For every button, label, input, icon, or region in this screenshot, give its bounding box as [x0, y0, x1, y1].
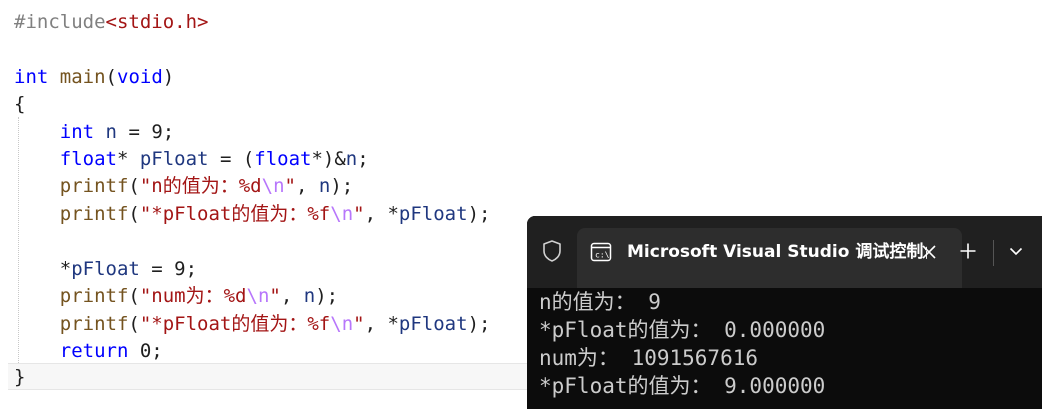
- variable-token: n: [345, 148, 358, 170]
- function-token: printf: [59, 175, 129, 197]
- string-token: ": [353, 203, 365, 225]
- tab-bar-divider: [993, 240, 994, 266]
- code-text: = 9;: [139, 258, 198, 280]
- code-text: );: [467, 313, 491, 335]
- string-token: "n的值为：%d: [139, 175, 262, 197]
- code-text: *)&: [311, 148, 346, 170]
- code-text: *: [14, 258, 72, 280]
- shield-icon: [539, 238, 565, 264]
- console-app-icon: c:\: [590, 241, 612, 263]
- code-text: (: [128, 175, 140, 197]
- output-line: num为： 1091567616: [539, 346, 759, 370]
- terminal-tab-bar: c:\ Microsoft Visual Studio 调试控制台: [527, 216, 1042, 288]
- preprocessor-token: #include: [14, 11, 106, 33]
- code-line[interactable]: float* pFloat = (float*)&n;: [14, 146, 369, 173]
- string-token: ": [353, 313, 365, 335]
- variable-token: n: [318, 175, 331, 197]
- escape-token: \n: [330, 203, 354, 225]
- function-token: printf: [59, 313, 129, 335]
- escape-token: \n: [261, 175, 285, 197]
- code-text: = 9;: [117, 121, 175, 143]
- code-text: (: [128, 203, 140, 225]
- code-text: , *: [364, 313, 399, 335]
- output-line: *pFloat的值为： 9.000000: [539, 374, 826, 398]
- debug-console-window[interactable]: c:\ Microsoft Visual Studio 调试控制台 n的值为： …: [527, 216, 1042, 409]
- code-text: (: [105, 66, 117, 88]
- variable-token: n: [303, 285, 316, 307]
- keyword-token: int: [59, 121, 95, 143]
- code-text: ,: [295, 175, 319, 197]
- code-line[interactable]: printf("n的值为：%d\n", n);: [14, 173, 353, 200]
- output-line: n的值为： 9: [539, 290, 661, 314]
- code-line[interactable]: return 0;: [14, 338, 163, 365]
- variable-token: pFloat: [398, 203, 468, 225]
- variable-token: pFloat: [398, 313, 468, 335]
- keyword-token: float: [59, 148, 117, 170]
- code-text: }: [14, 366, 26, 388]
- code-text: {: [14, 93, 26, 115]
- current-line-highlight: [8, 363, 568, 390]
- string-token: "*pFloat的值为：%f: [139, 203, 331, 225]
- output-line: *pFloat的值为： 0.000000: [539, 318, 826, 342]
- escape-token: \n: [246, 285, 270, 307]
- string-token: "num为：%d: [139, 285, 247, 307]
- code-line[interactable]: *pFloat = 9;: [14, 256, 197, 283]
- code-line[interactable]: int n = 9;: [14, 119, 174, 146]
- code-line[interactable]: #include<stdio.h>: [14, 9, 208, 36]
- keyword-token: int: [14, 66, 49, 88]
- function-token: printf: [59, 285, 129, 307]
- close-icon[interactable]: [917, 240, 941, 264]
- string-token: ": [269, 285, 281, 307]
- terminal-tab[interactable]: c:\ Microsoft Visual Studio 调试控制台: [577, 228, 962, 288]
- code-text: *: [116, 148, 140, 170]
- code-line[interactable]: int main(void): [14, 64, 174, 91]
- variable-token: pFloat: [71, 258, 140, 280]
- code-line[interactable]: }: [14, 364, 25, 391]
- code-text: ,: [280, 285, 304, 307]
- variable-token: n: [105, 121, 117, 143]
- code-text: (: [128, 313, 140, 335]
- code-text: );: [315, 285, 339, 307]
- svg-text:c:\: c:\: [595, 251, 610, 260]
- code-text: 0;: [128, 340, 163, 362]
- chevron-down-icon[interactable]: [1003, 238, 1029, 264]
- tab-title: Microsoft Visual Studio 调试控制台: [627, 242, 927, 262]
- include-path-token: <stdio.h>: [105, 11, 209, 33]
- code-text: );: [467, 203, 491, 225]
- code-text: = (: [208, 148, 255, 170]
- string-token: "*pFloat的值为：%f: [139, 313, 331, 335]
- plus-icon[interactable]: [955, 238, 981, 264]
- console-output: n的值为： 9 *pFloat的值为： 0.000000 num为： 10915…: [539, 288, 825, 400]
- string-token: ": [284, 175, 296, 197]
- function-token: printf: [59, 203, 129, 225]
- code-text: , *: [364, 203, 399, 225]
- code-line[interactable]: printf("*pFloat的值为：%f\n", *pFloat);: [14, 311, 491, 338]
- code-line[interactable]: printf("*pFloat的值为：%f\n", *pFloat);: [14, 201, 491, 228]
- keyword-token: float: [254, 148, 312, 170]
- code-text: );: [330, 175, 354, 197]
- escape-token: \n: [330, 313, 354, 335]
- code-text: (: [128, 285, 140, 307]
- code-line[interactable]: printf("num为：%d\n", n);: [14, 283, 338, 310]
- variable-token: pFloat: [139, 148, 209, 170]
- code-text: ): [162, 66, 175, 88]
- code-text: ;: [357, 148, 369, 170]
- keyword-token: return: [59, 340, 129, 362]
- function-token: main: [59, 66, 106, 88]
- keyword-token: void: [117, 66, 163, 88]
- code-line[interactable]: {: [14, 91, 25, 118]
